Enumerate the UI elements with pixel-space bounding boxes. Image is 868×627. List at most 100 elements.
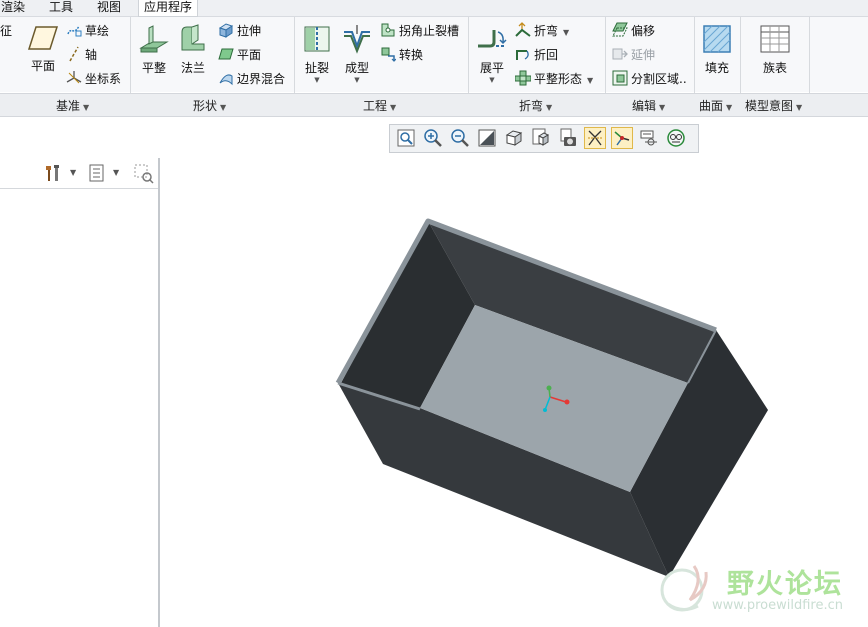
watermark-logo-icon [660,565,708,612]
rip-button[interactable]: 扯裂 ▼ [300,24,334,84]
datum-partial-label: 征 [0,24,13,38]
csys-y-end [546,385,552,391]
zoom-in-icon[interactable] [423,128,443,148]
refit-icon[interactable] [396,128,416,148]
datum-display-icon[interactable] [584,127,606,149]
bend-dropdown-icon[interactable]: ▼ [563,28,569,37]
menu-tab-tools[interactable]: 工具 [44,0,78,16]
convert-button[interactable]: 转换 [380,46,423,64]
chevron-down-icon: ▼ [390,103,397,112]
bend-label: 折弯 [534,24,559,38]
axis-label: 轴 [85,48,98,62]
menu-tab-render[interactable]: 渲染 [0,0,30,16]
plane-icon [27,26,59,50]
flange-button[interactable]: 法兰 [177,24,209,76]
plane-button[interactable]: 平面 [26,24,60,74]
unbend-dropdown-icon: ▼ [489,76,495,84]
sketch-label: 草绘 [85,24,110,38]
corner-relief-button[interactable]: 拐角止裂槽 [380,22,459,40]
chevron-down-icon: ▼ [83,103,90,112]
appearance-icon[interactable] [666,128,686,148]
extend-label: 延伸 [631,48,656,62]
group-engineering[interactable]: 工程 ▼ [363,97,396,114]
chevron-down-icon: ▼ [659,103,666,112]
model-viewport[interactable] [300,200,800,580]
boundary-blend-button[interactable]: 边界混合 [218,70,285,88]
flat-pattern-label: 平整形态 [534,72,583,86]
bend-back-icon [516,50,529,60]
flat-pattern-dropdown-icon[interactable]: ▼ [587,76,593,85]
unbend-label: 展平 [479,61,504,75]
settings-dropdown-icon[interactable]: ▼ [70,168,76,177]
chevron-down-icon: ▼ [220,103,227,112]
spin-center-icon[interactable] [611,127,633,149]
plane-label: 平面 [30,59,55,73]
settings-tools-icon[interactable] [44,164,64,182]
model-tree-panel [0,158,160,627]
unbend-button[interactable]: 展平 ▼ [474,24,510,84]
csys-icon [66,71,82,84]
flange-icon [181,24,205,51]
show-list-icon[interactable] [88,164,106,182]
group-model-intent[interactable]: 模型意图 ▼ [745,97,802,114]
group-surfaces-label: 曲面 [699,99,724,113]
bend-button[interactable]: 折弯 ▼ [515,22,569,40]
filter-tree-icon[interactable] [134,164,154,184]
csys-button[interactable]: 坐标系 [66,70,121,88]
group-datum[interactable]: 基准 ▼ [56,97,89,114]
group-shapes[interactable]: 形状 ▼ [193,97,226,114]
extend-icon [612,48,628,60]
chevron-down-icon: ▼ [726,103,733,112]
split-area-icon [612,70,628,86]
group-surfaces[interactable]: 曲面 ▼ [699,97,732,114]
flat-wall-label: 平整 [141,61,166,75]
group-bends-label: 折弯 [519,99,544,113]
group-editing-label: 编辑 [632,99,657,113]
bend-back-label: 折回 [534,48,559,62]
planar-button[interactable]: 平面 [218,46,261,64]
bend-back-button[interactable]: 折回 [515,46,558,64]
display-style-icon[interactable] [504,128,524,148]
ribbon-group-bar: 基准 ▼ 形状 ▼ 工程 ▼ 折弯 ▼ 编辑 ▼ 曲面 ▼ 模型意图 ▼ [0,93,868,117]
annotation-display-icon[interactable] [639,128,659,148]
form-icon [344,25,370,54]
group-editing[interactable]: 编辑 ▼ [632,97,665,114]
planar-icon [218,48,234,60]
view-manager-icon[interactable] [558,128,578,148]
planar-label: 平面 [237,48,262,62]
offset-icon [612,22,628,37]
chevron-down-icon: ▼ [546,103,553,112]
menu-tab-view[interactable]: 视图 [92,0,126,16]
form-button[interactable]: 成型 ▼ [340,24,374,84]
family-table-button[interactable]: 族表 [755,24,795,76]
extrude-icon [218,23,234,38]
repaint-icon[interactable] [477,128,497,148]
boundary-blend-icon [219,74,233,86]
saved-orientations-icon[interactable] [531,128,551,148]
flat-wall-button[interactable]: 平整 [138,24,170,76]
group-bends[interactable]: 折弯 ▼ [519,97,552,114]
extend-button[interactable]: 延伸 [612,46,655,64]
group-engineering-label: 工程 [363,99,388,113]
sketch-button[interactable]: 草绘 [66,22,109,40]
zoom-out-icon[interactable] [450,128,470,148]
offset-button[interactable]: 偏移 [612,22,655,40]
menu-tab-applications[interactable]: 应用程序 [138,0,199,17]
show-dropdown-icon[interactable]: ▼ [113,168,119,177]
fill-icon [703,25,731,53]
unbend-icon [478,30,507,48]
axis-button[interactable]: 轴 [66,46,97,64]
sketch-icon [67,25,82,37]
offset-label: 偏移 [631,24,656,38]
axis-icon [69,46,79,62]
csys-x-end [564,399,570,405]
rip-icon [304,26,330,52]
split-area-button[interactable]: 分割区域.. [612,70,687,88]
flat-pattern-button[interactable]: 平整形态 ▼ [515,70,593,88]
family-table-icon [760,25,790,53]
watermark: 野火论坛 www.proewildfire.cn [650,558,868,627]
extrude-label: 拉伸 [237,24,262,38]
rip-dropdown-icon: ▼ [314,76,320,84]
extrude-button[interactable]: 拉伸 [218,22,261,40]
fill-button[interactable]: 填充 [700,24,734,76]
